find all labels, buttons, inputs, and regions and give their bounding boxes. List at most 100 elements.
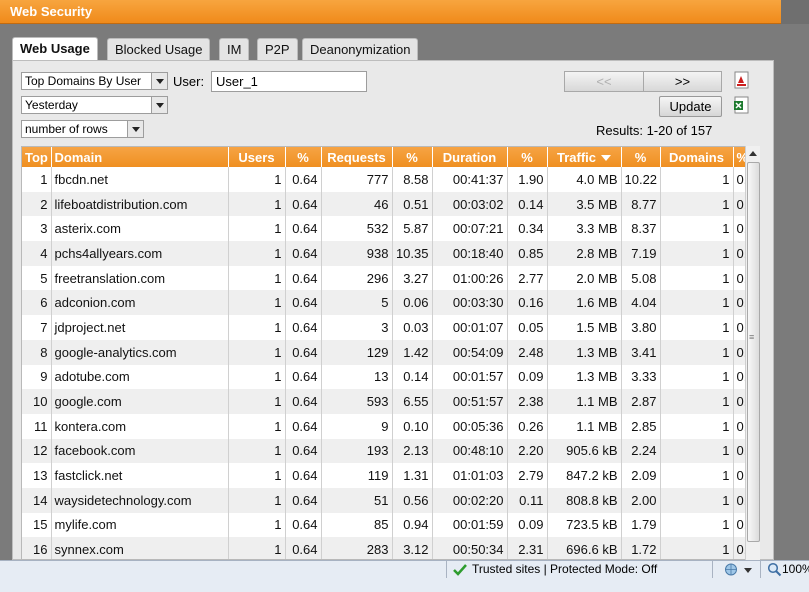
header-users-pct[interactable]: % [285,147,322,167]
cell-domains: 1 [660,537,734,559]
cell-users-pct: 0.64 [285,389,322,414]
cell-rank: 6 [22,290,52,316]
cell-duration-pct: 2.31 [507,537,548,559]
table-row[interactable]: 16 synnex.com 1 0.64 283 3.12 00:50:34 2.31 696.… [22,537,759,559]
cell-traffic-pct: 2.00 [621,487,661,513]
cell-users-pct: 0.64 [285,167,322,192]
cell-duration-pct: 0.34 [507,216,548,242]
table-row[interactable]: 12 facebook.com 1 0.64 193 2.13 00:48:10 2.20 90… [22,438,759,464]
cell-users: 1 [228,315,286,340]
table-row[interactable]: 7 jdproject.net 1 0.64 3 0.03 00:01:07 0.05 1.5 … [22,315,759,340]
table-row[interactable]: 6 adconion.com 1 0.64 5 0.06 00:03:30 0.16 1.6 M… [22,290,759,316]
cell-domains: 1 [660,389,734,414]
cell-users: 1 [228,290,286,316]
table-row[interactable]: 5 freetranslation.com 1 0.64 296 3.27 01:00:26… [22,265,759,291]
cell-users: 1 [228,463,286,488]
cell-rank: 5 [22,265,52,291]
tab-blocked-usage[interactable]: Blocked Usage [107,38,211,60]
table-row[interactable]: 1 fbcdn.net 1 0.64 777 8.58 00:41:37 1.90 4.0 MB… [22,167,759,192]
table-row[interactable]: 14 waysidetechnology.com 1 0.64 51 0.56 00:02:… [22,487,759,513]
period-select[interactable]: Yesterday [21,96,168,114]
prev-page-button[interactable]: << [564,71,644,92]
cell-rank: 1 [22,167,52,192]
cell-rank: 14 [22,487,52,513]
header-domain[interactable]: Domain [51,147,229,167]
cell-duration: 00:03:30 [432,290,508,316]
cell-duration: 00:03:02 [432,191,508,217]
excel-icon[interactable] [733,96,751,114]
cell-duration-pct: 0.16 [507,290,548,316]
rows-select[interactable]: number of rows [21,120,144,138]
header-users[interactable]: Users [228,147,286,167]
header-requests[interactable]: Requests [321,147,393,167]
table-row[interactable]: 10 google.com 1 0.64 593 6.55 00:51:57 2.38 1.1 … [22,389,759,414]
table-row[interactable]: 13 fastclick.net 1 0.64 119 1.31 01:01:03 2.79 8… [22,463,759,488]
table-row[interactable]: 2 lifeboatdistribution.com 1 0.64 46 0.51 00:0… [22,191,759,217]
cell-domain: google-analytics.com [51,339,229,365]
cell-traffic: 1.5 MB [547,315,622,340]
cell-requests-pct: 5.87 [392,216,433,242]
cell-domains: 1 [660,290,734,316]
cell-users-pct: 0.64 [285,315,322,340]
cell-users-pct: 0.64 [285,339,322,365]
table-row[interactable]: 8 google-analytics.com 1 0.64 129 1.42 00:54:0… [22,339,759,365]
next-page-button[interactable]: >> [643,71,722,92]
cell-duration-pct: 2.77 [507,265,548,291]
header-requests-pct[interactable]: % [392,147,433,167]
chevron-down-icon [127,121,143,137]
cell-requests-pct: 0.94 [392,512,433,538]
period-value: Yesterday [25,98,78,112]
tab-p2p[interactable]: P2P [257,38,298,60]
cell-users-pct: 0.64 [285,413,322,439]
cell-duration-pct: 2.79 [507,463,548,488]
cell-traffic: 3.3 MB [547,216,622,242]
cell-requests: 3 [321,315,393,340]
header-domains[interactable]: Domains [660,147,734,167]
cell-duration-pct: 0.26 [507,413,548,439]
scroll-thumb[interactable] [747,162,760,542]
header-traffic[interactable]: Traffic [547,147,622,167]
zoom-level[interactable]: 100% [782,562,809,576]
tab-im[interactable]: IM [219,38,250,60]
header-traffic-pct[interactable]: % [621,147,661,167]
table-row[interactable]: 11 kontera.com 1 0.64 9 0.10 00:05:36 0.26 1.1 M… [22,413,759,439]
cell-traffic-pct: 2.24 [621,438,661,464]
cell-traffic-pct: 2.09 [621,463,661,488]
table-scrollbar[interactable]: ≡ [745,146,760,560]
magnifier-icon[interactable] [767,562,782,577]
table-row[interactable]: 9 adotube.com 1 0.64 13 0.14 00:01:57 0.09 1.3 M… [22,364,759,390]
pdf-icon[interactable] [733,71,751,89]
cell-duration: 00:01:07 [432,315,508,340]
cell-traffic-pct: 2.85 [621,413,661,439]
cell-requests: 46 [321,191,393,217]
cell-users-pct: 0.64 [285,216,322,242]
header-top[interactable]: Top [22,147,52,167]
user-input[interactable]: User_1 [211,71,367,92]
table-row[interactable]: 15 mylife.com 1 0.64 85 0.94 00:01:59 0.09 723.5… [22,512,759,538]
scroll-up-icon[interactable] [747,147,760,161]
cell-requests-pct: 1.42 [392,339,433,365]
tab-web-usage[interactable]: Web Usage [12,37,98,60]
cell-traffic: 1.1 MB [547,389,622,414]
table-header-row: Top Domain Users % Requests % Duration %… [22,147,748,167]
cell-rank: 3 [22,216,52,242]
cell-traffic: 3.5 MB [547,191,622,217]
cell-users: 1 [228,364,286,390]
cell-domains: 1 [660,191,734,217]
cell-traffic-pct: 3.33 [621,364,661,390]
header-duration-pct[interactable]: % [507,147,548,167]
globe-icon[interactable] [724,562,740,577]
cell-domain: facebook.com [51,438,229,464]
report-type-select[interactable]: Top Domains By User [21,72,168,90]
cell-traffic: 1.6 MB [547,290,622,316]
chevron-down-icon[interactable] [744,568,752,573]
table-row[interactable]: 4 pchs4allyears.com 1 0.64 938 10.35 00:18:40 0… [22,241,759,266]
update-button[interactable]: Update [659,96,722,117]
tab-deanonymization[interactable]: Deanonymization [302,38,419,60]
table-row[interactable]: 3 asterix.com 1 0.64 532 5.87 00:07:21 0.34 3.3 … [22,216,759,242]
cell-duration: 00:02:20 [432,487,508,513]
header-duration[interactable]: Duration [432,147,508,167]
cell-traffic: 2.0 MB [547,265,622,291]
domains-table: Top Domain Users % Requests % Duration %… [21,146,760,560]
rows-value: number of rows [25,122,108,136]
